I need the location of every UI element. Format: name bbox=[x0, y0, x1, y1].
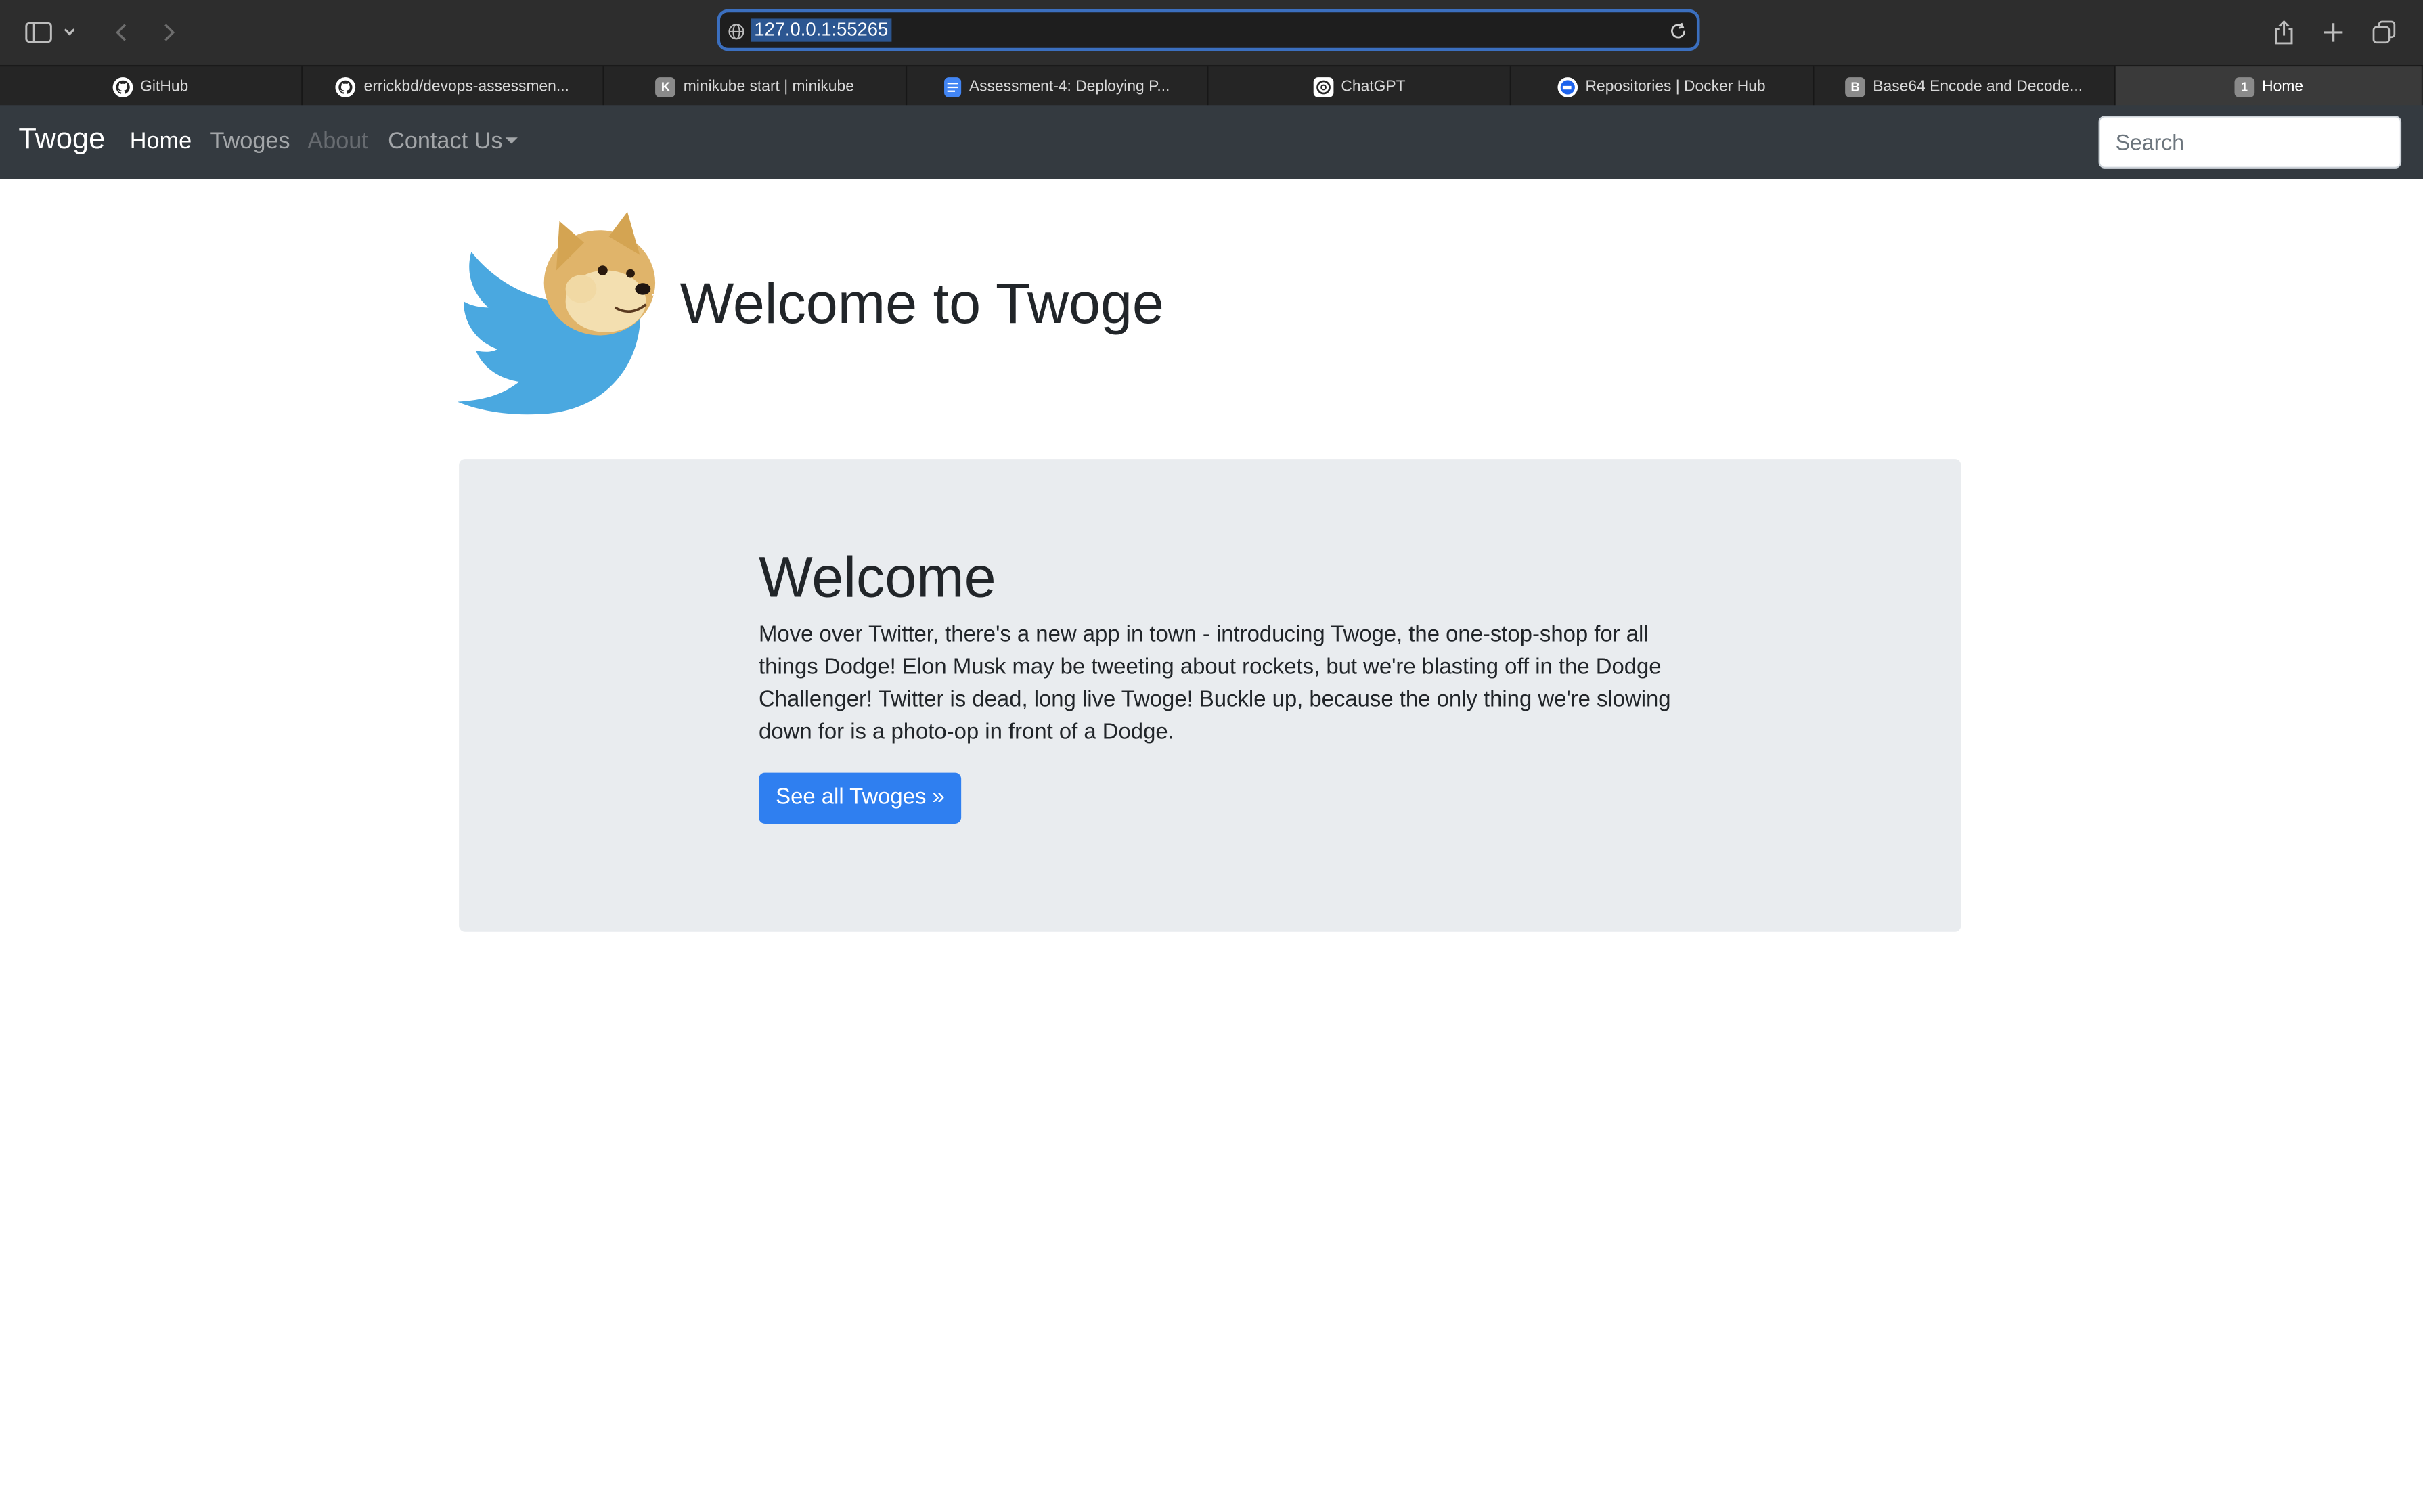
github-icon bbox=[336, 76, 357, 97]
share-icon[interactable] bbox=[2267, 16, 2300, 49]
jumbotron-heading: Welcome bbox=[759, 545, 996, 609]
nav-about: About bbox=[307, 128, 368, 155]
sidebar-toggle-icon[interactable] bbox=[22, 16, 55, 49]
tab-minikube[interactable]: K minikube start | minikube bbox=[604, 66, 907, 107]
tab-label: Base64 Encode and Decode... bbox=[1873, 78, 2083, 95]
forward-icon[interactable] bbox=[152, 16, 185, 49]
browser-chrome: 127.0.0.1:55265 GitHub errickbd/devops-a… bbox=[0, 0, 2423, 107]
tab-github-repo[interactable]: errickbd/devops-assessmen... bbox=[303, 66, 605, 107]
tab-home[interactable]: 1 Home bbox=[2116, 66, 2422, 107]
tab-label: Assessment-4: Deploying P... bbox=[969, 78, 1170, 95]
tab-base64[interactable]: B Base64 Encode and Decode... bbox=[1813, 66, 2116, 107]
browser-toolbar: 127.0.0.1:55265 bbox=[0, 0, 2423, 65]
navbar-brand[interactable]: Twoge bbox=[18, 124, 105, 158]
chevron-down-icon[interactable] bbox=[59, 16, 81, 49]
tab-label: minikube start | minikube bbox=[683, 78, 854, 95]
tab-assessment-doc[interactable]: Assessment-4: Deploying P... bbox=[907, 66, 1209, 107]
twoge-logo bbox=[457, 208, 671, 419]
tab-label: ChatGPT bbox=[1341, 78, 1406, 95]
openai-icon bbox=[1313, 76, 1334, 97]
1-letter-icon: 1 bbox=[2234, 76, 2254, 97]
globe-icon bbox=[728, 20, 744, 48]
tab-github[interactable]: GitHub bbox=[0, 66, 303, 107]
tab-bar: GitHub errickbd/devops-assessmen... K mi… bbox=[0, 64, 2423, 107]
welcome-jumbotron: Welcome Move over Twitter, there's a new… bbox=[459, 459, 1961, 932]
search-input[interactable] bbox=[2098, 116, 2402, 169]
k-letter-icon: K bbox=[655, 76, 676, 97]
reload-icon[interactable] bbox=[1669, 20, 1687, 48]
tab-label: GitHub bbox=[140, 78, 189, 95]
nav-twoges[interactable]: Twoges bbox=[210, 129, 290, 155]
tab-docker-hub[interactable]: Repositories | Docker Hub bbox=[1511, 66, 1814, 107]
new-tab-icon[interactable] bbox=[2317, 16, 2351, 49]
b-letter-icon: B bbox=[1845, 76, 1865, 97]
tab-label: Repositories | Docker Hub bbox=[1585, 78, 1766, 95]
nav-contact-dropdown[interactable]: Contact Us bbox=[388, 128, 518, 155]
back-icon[interactable] bbox=[105, 16, 139, 49]
see-all-twoges-button[interactable]: See all Twoges » bbox=[759, 772, 962, 824]
nav-contact-label: Contact Us bbox=[388, 128, 503, 155]
tab-overview-icon[interactable] bbox=[2368, 16, 2401, 49]
jumbotron-text: Move over Twitter, there's a new app in … bbox=[759, 623, 1671, 745]
google-docs-icon bbox=[944, 76, 962, 97]
page-title: Welcome to Twoge bbox=[680, 271, 1164, 336]
caret-down-icon bbox=[506, 137, 518, 144]
tab-label: errickbd/devops-assessmen... bbox=[363, 78, 569, 95]
tab-label: Home bbox=[2262, 78, 2304, 95]
github-icon bbox=[112, 76, 133, 97]
url-text[interactable]: 127.0.0.1:55265 bbox=[751, 18, 891, 42]
nav-home[interactable]: Home bbox=[130, 129, 192, 155]
docker-icon bbox=[1557, 76, 1578, 97]
tab-chatgpt[interactable]: ChatGPT bbox=[1209, 66, 1511, 107]
address-bar[interactable]: 127.0.0.1:55265 bbox=[717, 9, 1700, 51]
site-navbar: Twoge Home Twoges About Contact Us bbox=[0, 105, 2423, 179]
